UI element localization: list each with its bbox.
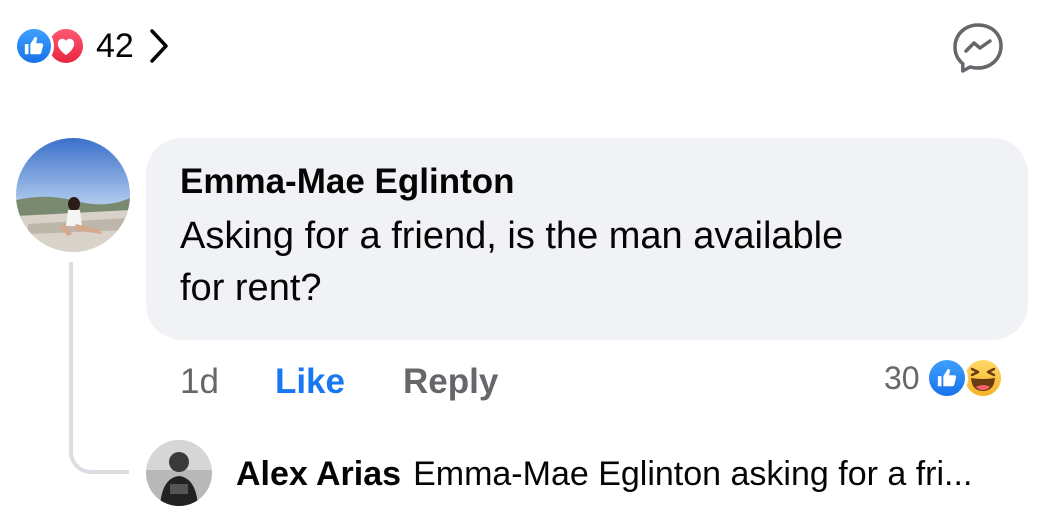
comment-timestamp[interactable]: 1d	[180, 362, 219, 402]
reply-preview-text: Emma-Mae Eglinton asking for a fri...	[413, 454, 973, 493]
reply-button[interactable]: Reply	[403, 362, 498, 402]
thread-connector-line	[69, 262, 129, 474]
reply-author[interactable]: Alex Arias	[236, 455, 401, 494]
chevron-right-icon[interactable]	[148, 28, 170, 64]
comment-reactions-summary[interactable]: 30	[884, 354, 1004, 402]
comment-text: Asking for a friend, is the man availabl…	[180, 210, 994, 314]
comment-author[interactable]: Emma-Mae Eglinton	[180, 160, 994, 204]
post-reactions-summary[interactable]: 42	[14, 20, 170, 72]
reaction-count[interactable]: 42	[96, 27, 134, 66]
comment-text-line: for rent?	[180, 267, 322, 309]
reply-preview[interactable]: Alex Arias Emma-Mae Eglinton asking for …	[236, 450, 972, 498]
comment-text-line: Asking for a friend, is the man availabl…	[180, 215, 844, 257]
avatar[interactable]	[146, 440, 212, 506]
like-button[interactable]: Like	[275, 362, 345, 402]
comment-reaction-count: 30	[884, 359, 920, 396]
messenger-icon[interactable]	[950, 20, 1006, 76]
comment-actions: 1d Like Reply	[180, 358, 498, 406]
comment-bubble: Emma-Mae Eglinton Asking for a friend, i…	[146, 138, 1028, 340]
haha-reaction-icon	[961, 357, 1004, 399]
like-reaction-icon	[14, 26, 54, 66]
like-reaction-icon	[925, 357, 968, 399]
avatar[interactable]	[16, 138, 130, 252]
